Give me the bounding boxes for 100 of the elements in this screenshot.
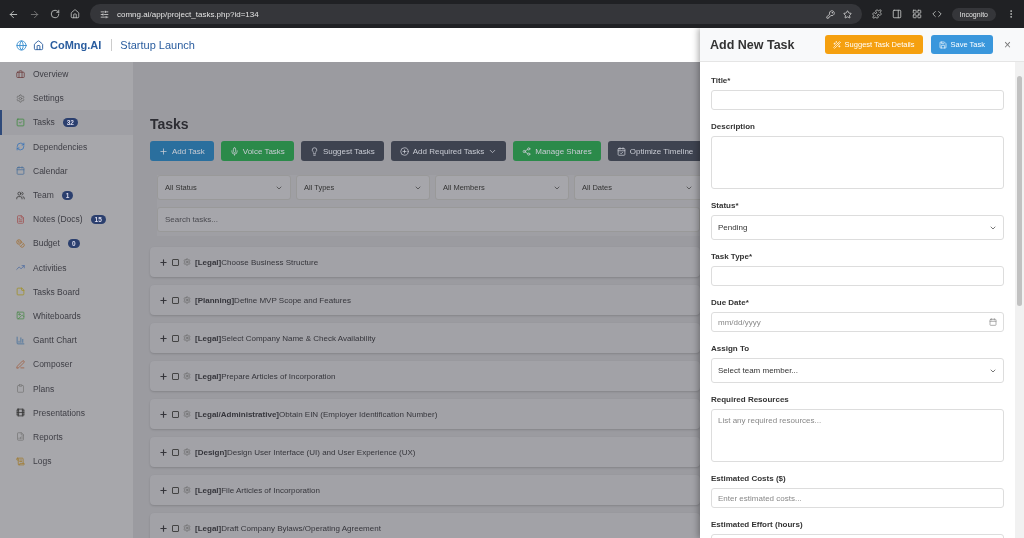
code-icon[interactable] xyxy=(931,9,942,19)
sidebar-label: Presentations xyxy=(33,407,85,418)
sidebar-label: Logs xyxy=(33,456,52,467)
key-icon[interactable] xyxy=(825,9,835,19)
field-label: Required Resources xyxy=(711,395,790,404)
action-button[interactable]: Add Task xyxy=(150,141,214,161)
expand-icon[interactable] xyxy=(159,371,168,381)
sidebar-label: Dependencies xyxy=(33,141,88,152)
task-title: [Legal]Draft Company Bylaws/Operating Agreement xyxy=(195,523,381,533)
share-icon xyxy=(522,146,532,156)
task-title: [Design]Design User Interface (UI) and User Experience (UX) xyxy=(195,447,416,457)
task-checkbox[interactable] xyxy=(172,486,179,494)
report-icon xyxy=(16,432,25,442)
task-checkbox[interactable] xyxy=(172,258,179,266)
text-area[interactable]: List any required resources... xyxy=(711,409,1004,462)
sidebar-item[interactable]: Logs xyxy=(0,449,133,474)
task-row[interactable]: [Planning]Define MVP Scope and Features xyxy=(150,285,700,315)
sidebar-label: Activities xyxy=(33,262,67,273)
search-field[interactable]: Search tasks... xyxy=(157,207,700,232)
sidebar-item[interactable]: Activities xyxy=(0,255,133,280)
sidebar-label: Whiteboards xyxy=(33,310,81,321)
sidebar-item[interactable]: Gantt Chart xyxy=(0,328,133,353)
close-button[interactable]: × xyxy=(1001,37,1014,52)
action-button[interactable]: Voice Tasks xyxy=(220,141,294,161)
field-label: Estimated Effort (hours) xyxy=(711,520,804,529)
brand-name[interactable]: CoMng.AI xyxy=(50,39,102,51)
task-checkbox[interactable] xyxy=(172,334,179,342)
sidebar-label: Settings xyxy=(33,93,64,104)
pen-icon xyxy=(16,359,25,369)
task-row[interactable]: [Legal/Administrative]Obtain EIN (Employer Identification Number) xyxy=(150,399,700,429)
globe-icon xyxy=(16,39,27,51)
sidebar-item[interactable]: Dependencies xyxy=(0,134,133,159)
expand-icon[interactable] xyxy=(159,409,168,419)
home-icon[interactable] xyxy=(33,39,44,51)
task-checkbox[interactable] xyxy=(172,410,179,418)
sidebar-item[interactable]: Composer xyxy=(0,352,133,377)
back-icon[interactable] xyxy=(8,8,19,20)
date-field[interactable]: mm/dd/yyyy xyxy=(711,312,1004,332)
input-field[interactable]: Enter estimated costs... xyxy=(711,488,1004,508)
gear-icon xyxy=(16,93,25,103)
project-name: Startup Launch xyxy=(111,39,195,51)
task-row[interactable]: [Legal]Prepare Articles of Incorporation xyxy=(150,361,700,391)
address-bar[interactable]: comng.ai/app/project_tasks.php?id=134 xyxy=(90,4,862,24)
plus-icon xyxy=(159,146,168,156)
site-settings-icon[interactable] xyxy=(100,9,109,19)
action-button[interactable]: Suggest Tasks xyxy=(300,141,384,161)
home-icon[interactable] xyxy=(70,9,80,19)
select-field[interactable]: Pending xyxy=(711,215,1004,240)
action-button[interactable]: Manage Shares xyxy=(513,141,601,161)
task-checkbox[interactable] xyxy=(172,372,179,380)
expand-icon[interactable] xyxy=(159,447,168,457)
task-row[interactable]: [Legal]Select Company Name & Check Availability xyxy=(150,323,700,353)
action-button[interactable]: Optimize Timeline xyxy=(607,141,700,161)
plus-circle-icon xyxy=(399,146,409,156)
expand-icon[interactable] xyxy=(159,333,168,343)
task-title: [Legal]Choose Business Structure xyxy=(195,257,319,267)
document-icon xyxy=(16,214,25,224)
field-label: Estimated Costs ($) xyxy=(711,474,787,483)
task-row[interactable]: [Legal]Choose Business Structure xyxy=(150,247,700,277)
bar-chart-icon xyxy=(16,335,25,345)
calendar-icon[interactable] xyxy=(989,318,997,326)
forward-icon[interactable] xyxy=(29,8,40,20)
side-panel-icon[interactable] xyxy=(891,9,902,19)
sidebar-label: Calendar xyxy=(33,165,68,176)
expand-icon[interactable] xyxy=(159,523,168,533)
sidebar-item[interactable]: Calendar xyxy=(0,158,133,183)
reload-icon[interactable] xyxy=(50,9,60,19)
grid-icon[interactable] xyxy=(911,9,922,19)
task-title: [Legal]Prepare Articles of Incorporation xyxy=(195,371,336,381)
calendar-check-icon xyxy=(616,146,626,156)
scrollbar[interactable] xyxy=(1015,62,1024,538)
sidebar-item[interactable]: Presentations xyxy=(0,400,133,425)
bookmark-star-icon[interactable] xyxy=(842,9,852,19)
sidebar-item[interactable]: Whiteboards xyxy=(0,303,133,329)
sidebar-item[interactable]: Plans xyxy=(0,376,133,401)
select-field[interactable]: Select team member... xyxy=(711,358,1004,383)
input-field[interactable] xyxy=(711,90,1004,110)
sidebar-item[interactable]: Overview xyxy=(0,62,133,87)
coins-icon xyxy=(16,238,25,248)
sidebar-label: Team xyxy=(33,190,54,201)
sidebar-item[interactable]: Settings xyxy=(0,86,133,111)
sidebar-item[interactable]: Tasks Board xyxy=(0,279,133,304)
task-checkbox[interactable] xyxy=(172,296,179,304)
expand-icon[interactable] xyxy=(159,485,168,495)
input-field[interactable] xyxy=(711,266,1004,286)
task-checkbox[interactable] xyxy=(172,524,179,532)
extensions-icon[interactable] xyxy=(871,9,882,19)
task-row[interactable]: [Legal]Draft Company Bylaws/Operating Agreement xyxy=(150,513,700,538)
task-title: [Legal]File Articles of Incorporation xyxy=(195,485,320,495)
note-icon xyxy=(16,287,25,297)
task-row[interactable]: [Legal]File Articles of Incorporation xyxy=(150,475,700,505)
expand-icon[interactable] xyxy=(159,295,168,305)
task-row[interactable]: [Design]Design User Interface (UI) and User Experience (UX) xyxy=(150,437,700,467)
field-label: Due Date* xyxy=(711,298,750,307)
task-checkbox[interactable] xyxy=(172,448,179,456)
sidebar-item[interactable]: Reports xyxy=(0,424,133,449)
microphone-icon xyxy=(229,146,239,156)
expand-icon[interactable] xyxy=(159,257,168,267)
trend-icon xyxy=(16,263,25,273)
action-button[interactable]: Add Required Tasks xyxy=(390,141,507,161)
